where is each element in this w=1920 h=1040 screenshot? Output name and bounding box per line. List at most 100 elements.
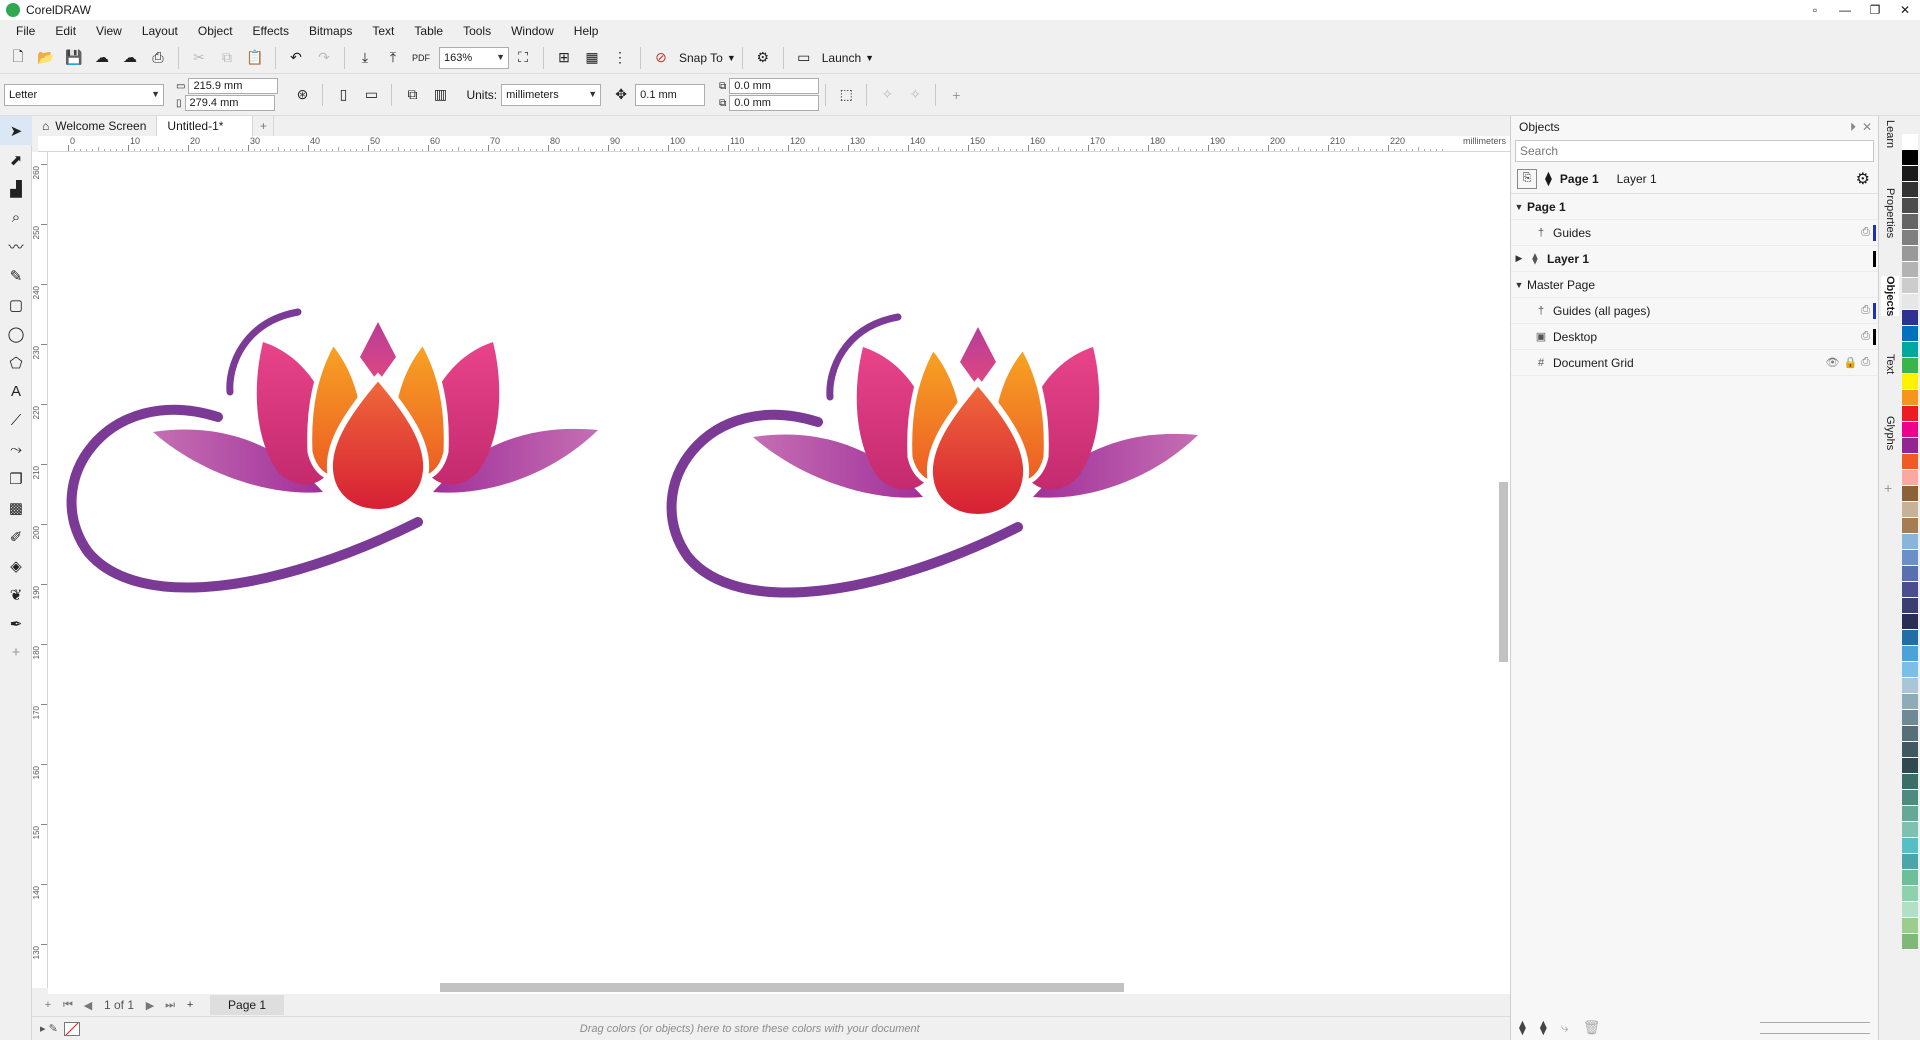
page-layers-icon[interactable]: ⎘: [1517, 168, 1537, 189]
color-swatch[interactable]: [1902, 518, 1918, 534]
close-panel-icon[interactable]: ✕: [1862, 120, 1872, 134]
paste-icon[interactable]: 📋: [243, 46, 267, 70]
color-swatch[interactable]: [1902, 582, 1918, 598]
color-swatch[interactable]: [1902, 566, 1918, 582]
nudge-distance-input[interactable]: 0.1 mm: [635, 83, 706, 106]
color-swatch[interactable]: [1902, 390, 1918, 406]
vertical-scroll-thumb[interactable]: [1499, 482, 1508, 662]
tab-welcome-screen[interactable]: ⌂ Welcome Screen: [32, 116, 158, 136]
add-docker-icon[interactable]: +: [1884, 480, 1892, 496]
duplicate-x-input[interactable]: 0.0 mm: [729, 78, 820, 94]
tree-row-document-grid[interactable]: # Document Grid 👁 🔒 ⎙: [1511, 350, 1878, 376]
drop-shadow-icon[interactable]: ❐: [0, 464, 32, 493]
next-page-icon[interactable]: ▶: [140, 999, 160, 1012]
show-rulers-icon[interactable]: ⊞: [552, 46, 576, 70]
color-swatch[interactable]: [1902, 230, 1918, 246]
lotus-logo-right[interactable]: [672, 317, 1198, 593]
color-swatch[interactable]: [1902, 534, 1918, 550]
last-page-icon[interactable]: ⏭: [160, 999, 180, 1012]
show-guidelines-icon[interactable]: ⋮: [608, 46, 632, 70]
color-swatch[interactable]: [1902, 630, 1918, 646]
maximize-button[interactable]: ❐: [1860, 0, 1890, 20]
lotus-logo-left[interactable]: [72, 312, 598, 588]
bleed-icon[interactable]: ▥: [428, 83, 452, 107]
dimension-tool-icon[interactable]: ⟋: [0, 406, 32, 435]
drawing-canvas[interactable]: [48, 152, 1496, 980]
interactive-fill-icon[interactable]: ◈: [0, 551, 32, 580]
panel-settings-gear-icon[interactable]: ⚙: [1856, 169, 1870, 189]
menu-text[interactable]: Text: [362, 24, 404, 38]
menu-layout[interactable]: Layout: [132, 24, 188, 38]
menu-file[interactable]: File: [6, 24, 45, 38]
fill-icon[interactable]: ▸ ✎: [40, 1022, 58, 1035]
color-swatch[interactable]: [1902, 182, 1918, 198]
landscape-icon[interactable]: ▭: [359, 83, 383, 107]
expanded-triangle-icon[interactable]: ▼: [1511, 202, 1527, 212]
color-swatch[interactable]: [1902, 870, 1918, 886]
minimize-button[interactable]: —: [1830, 0, 1860, 20]
vertical-scrollbar[interactable]: [1496, 152, 1510, 980]
units-select[interactable]: millimeters ▼: [501, 83, 602, 106]
print-toggle-icon[interactable]: ⎙: [1861, 356, 1870, 369]
text-tool-icon[interactable]: A: [0, 377, 32, 406]
color-swatch[interactable]: [1902, 150, 1918, 166]
snap-off-icon[interactable]: ⊘: [649, 46, 673, 70]
color-swatch[interactable]: [1902, 806, 1918, 822]
show-grid-icon[interactable]: ▦: [580, 46, 604, 70]
color-swatch[interactable]: [1902, 934, 1918, 950]
color-swatch[interactable]: [1902, 598, 1918, 614]
horizontal-ruler[interactable]: 0 10 20 30 40 50 60 70 80 90 100 110 120 130 140 150 160…: [38, 136, 1510, 152]
color-swatch[interactable]: [1902, 822, 1918, 838]
panel-zoom-slider[interactable]: [1760, 1022, 1870, 1034]
color-swatch[interactable]: [1902, 454, 1918, 470]
freehand-tool-icon[interactable]: 〰: [0, 232, 32, 261]
color-swatch[interactable]: [1902, 166, 1918, 182]
eyedropper-icon[interactable]: ✐: [0, 522, 32, 551]
menu-window[interactable]: Window: [501, 24, 564, 38]
color-swatch[interactable]: [1902, 262, 1918, 278]
artistic-media-icon[interactable]: ✎: [0, 261, 32, 290]
color-swatch[interactable]: [1902, 694, 1918, 710]
print-icon[interactable]: ⎙: [146, 46, 170, 70]
import-icon[interactable]: ⤓: [353, 46, 377, 70]
horizontal-scrollbar[interactable]: [48, 980, 1510, 994]
ellipse-tool-icon[interactable]: ◯: [0, 319, 32, 348]
add-icon[interactable]: +: [944, 83, 968, 107]
copy-icon[interactable]: ⧉: [215, 46, 239, 70]
shape-tool-icon[interactable]: ⬈: [0, 145, 32, 174]
prev-page-icon[interactable]: ◀: [78, 999, 98, 1012]
expand-panel-icon[interactable]: ⏵: [1850, 120, 1856, 135]
color-swatch[interactable]: [1902, 614, 1918, 630]
new-layer-icon[interactable]: ⧫: [1519, 1019, 1526, 1036]
page-size-select[interactable]: Letter ▼: [4, 83, 164, 106]
new-document-icon[interactable]: 🗋: [6, 46, 30, 70]
color-swatch[interactable]: [1902, 550, 1918, 566]
first-page-icon[interactable]: ⏮: [58, 999, 78, 1012]
undo-icon[interactable]: ↶: [284, 46, 308, 70]
page-width-input[interactable]: 215.9 mm: [188, 78, 279, 94]
open-folder-icon[interactable]: 📂: [34, 46, 58, 70]
color-swatch[interactable]: [1902, 902, 1918, 918]
objects-tab[interactable]: Objects: [1881, 276, 1899, 317]
no-fill-swatch[interactable]: [63, 1021, 80, 1036]
save-icon[interactable]: 💾: [62, 46, 86, 70]
tree-row-guides-all-pages[interactable]: † Guides (all pages) ⎙: [1511, 298, 1878, 324]
text-tab[interactable]: Text: [1881, 354, 1899, 374]
color-swatch[interactable]: [1902, 134, 1918, 150]
snap-to-dropdown[interactable]: Snap To: [675, 51, 727, 65]
launch-button[interactable]: Launch: [818, 51, 865, 65]
color-swatch[interactable]: [1902, 278, 1918, 294]
color-swatch[interactable]: [1902, 246, 1918, 262]
close-button[interactable]: ✕: [1890, 0, 1920, 20]
redo-icon[interactable]: ↷: [312, 46, 336, 70]
transparency-icon[interactable]: ▩: [0, 493, 32, 522]
color-swatch[interactable]: [1902, 198, 1918, 214]
color-swatch[interactable]: [1902, 646, 1918, 662]
color-swatch[interactable]: [1902, 678, 1918, 694]
menu-object[interactable]: Object: [188, 24, 243, 38]
restore-small-icon[interactable]: ▫: [1800, 0, 1830, 20]
color-swatch[interactable]: [1902, 742, 1918, 758]
horizontal-scroll-thumb[interactable]: [440, 983, 1124, 992]
chevron-down-icon[interactable]: ▼: [865, 53, 874, 63]
launch-icon[interactable]: ▭: [792, 46, 816, 70]
